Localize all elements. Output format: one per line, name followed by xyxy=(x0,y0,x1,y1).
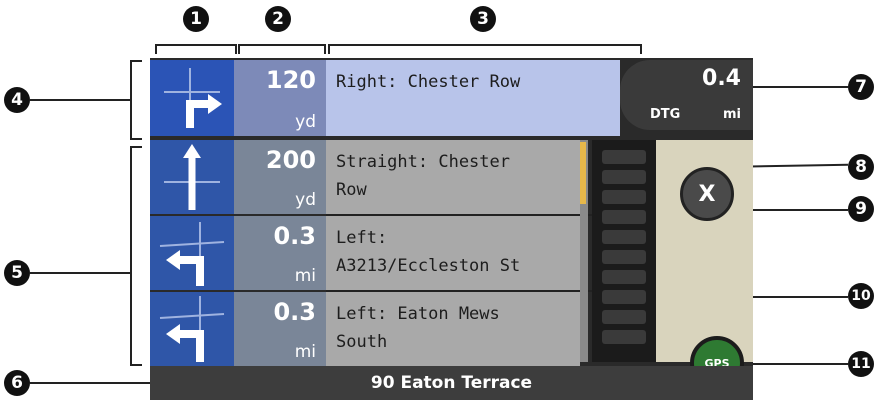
step-instruction: Left: A3213/Eccleston St xyxy=(326,216,580,290)
callout-10: 10 xyxy=(848,283,874,309)
current-turn-row[interactable]: 120 yd Right: Chester Row xyxy=(150,60,620,136)
step-instruction-line1: Left: xyxy=(336,228,388,248)
step-distance-value: 200 xyxy=(265,146,316,174)
callout-2: 2 xyxy=(265,6,291,32)
current-instruction: Right: Chester Row xyxy=(326,60,620,136)
bracket-instruction-column xyxy=(328,44,642,54)
step-distance-unit: mi xyxy=(294,266,316,286)
scroll-slot xyxy=(602,230,646,244)
navigation-screen: 120 yd Right: Chester Row 200 yd Straigh… xyxy=(150,58,753,400)
step-instruction-line2: Row xyxy=(336,180,367,200)
step-distance: 0.3 mi xyxy=(234,216,326,290)
list-item[interactable]: 200 yd Straight: Chester Row xyxy=(150,140,580,214)
step-instruction-line2: South xyxy=(336,332,388,352)
bracket-upcoming-rows xyxy=(130,146,142,366)
scroll-slot xyxy=(602,310,646,324)
step-instruction: Left: Eaton Mews South xyxy=(326,292,580,366)
step-distance-value: 0.3 xyxy=(273,298,316,326)
step-instruction-line2: A3213/Eccleston St xyxy=(336,256,521,276)
callout-8: 8 xyxy=(848,154,874,180)
scroll-slot xyxy=(602,150,646,164)
dtg-label: DTG xyxy=(650,107,681,122)
turn-right-icon xyxy=(150,60,234,136)
step-instruction-line1: Left: Eaton Mews xyxy=(336,304,500,324)
dtg-value: 0.4 xyxy=(702,66,741,91)
step-distance-unit: mi xyxy=(294,342,316,362)
step-instruction: Straight: Chester Row xyxy=(326,140,580,214)
scroll-slot xyxy=(602,190,646,204)
step-distance: 200 yd xyxy=(234,140,326,214)
straight-icon xyxy=(150,140,234,214)
scroll-slot xyxy=(602,290,646,304)
distance-to-go[interactable]: 0.4 DTG mi xyxy=(620,60,753,130)
callout-7: 7 xyxy=(848,74,874,100)
turn-left-icon xyxy=(150,216,234,290)
scroll-slot xyxy=(602,170,646,184)
callout-1: 1 xyxy=(183,6,209,32)
callout-11: 11 xyxy=(848,351,874,377)
list-item[interactable]: 0.3 mi Left: Eaton Mews South xyxy=(150,292,580,366)
leader-5 xyxy=(30,272,130,274)
callout-3: 3 xyxy=(470,6,496,32)
scroll-slot xyxy=(602,270,646,284)
turn-left-icon xyxy=(150,292,234,366)
step-distance: 0.3 mi xyxy=(234,292,326,366)
close-button[interactable]: X xyxy=(680,167,734,221)
bracket-arrow-column xyxy=(155,44,237,54)
scroll-slot xyxy=(602,250,646,264)
current-distance: 120 yd xyxy=(234,60,326,136)
step-instruction-line1: Straight: Chester xyxy=(336,152,510,172)
bracket-distance-column xyxy=(238,44,326,54)
leader-4 xyxy=(30,99,130,101)
current-street-bar: 90 Eaton Terrace xyxy=(150,366,753,400)
bracket-current-row xyxy=(130,60,142,140)
dtg-unit: mi xyxy=(722,107,741,122)
scroll-slot xyxy=(602,210,646,224)
leader-7 xyxy=(742,86,848,88)
step-distance-unit: yd xyxy=(295,190,316,210)
current-distance-unit: yd xyxy=(295,112,316,132)
current-distance-value: 120 xyxy=(265,66,316,94)
callout-6: 6 xyxy=(4,370,30,396)
scrollbar-thumb[interactable] xyxy=(580,142,586,204)
callout-9: 9 xyxy=(848,196,874,222)
step-distance-value: 0.3 xyxy=(273,222,316,250)
scroll-slot xyxy=(602,330,646,344)
callout-4: 4 xyxy=(4,87,30,113)
callout-5: 5 xyxy=(4,260,30,286)
list-item[interactable]: 0.3 mi Left: A3213/Eccleston St xyxy=(150,216,580,290)
